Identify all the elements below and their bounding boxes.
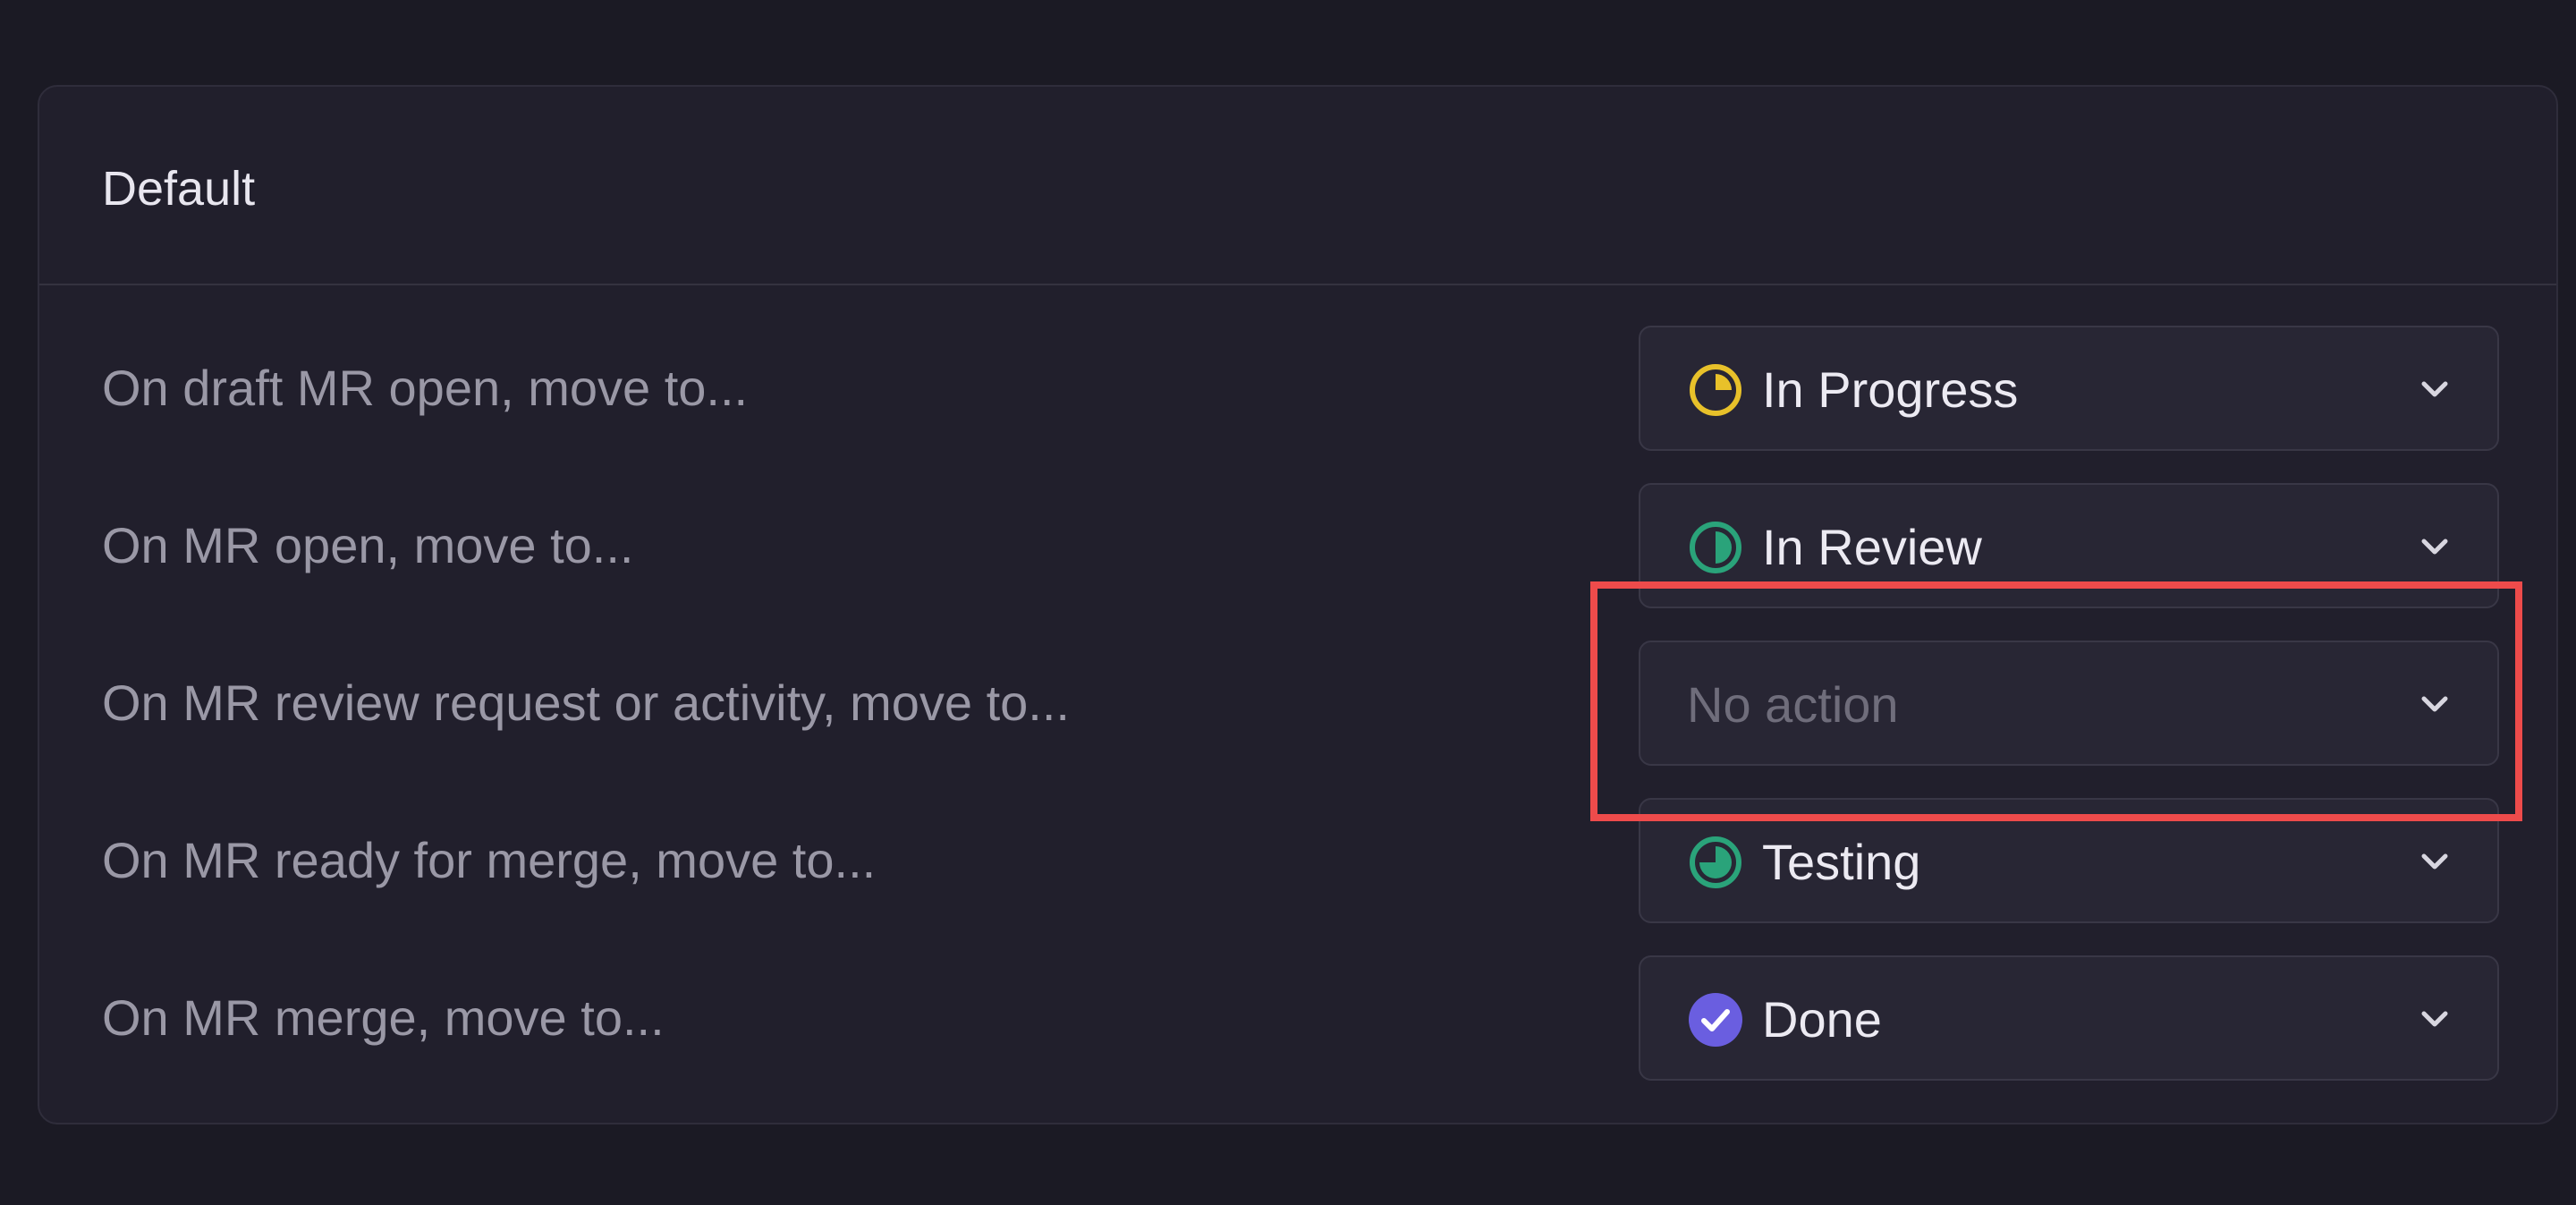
rule-row-mr-review-request: On MR review request or activity, move t… [39, 641, 2556, 766]
rule-row-mr-ready-for-merge: On MR ready for merge, move to... Testin… [39, 798, 2556, 923]
select-value: In Progress [1762, 361, 2019, 418]
in-review-icon [1690, 522, 1741, 573]
rule-label: On MR ready for merge, move to... [102, 832, 877, 888]
status-select-mr-ready-for-merge[interactable]: Testing [1639, 798, 2499, 923]
rule-label: On MR review request or activity, move t… [102, 675, 1070, 731]
rule-row-mr-merge: On MR merge, move to... Done [39, 955, 2556, 1081]
chevron-down-icon [2421, 381, 2448, 397]
status-select-mr-open[interactable]: In Review [1639, 483, 2499, 608]
chevron-down-icon [2421, 696, 2448, 712]
rule-label: On MR open, move to... [102, 517, 634, 573]
card-title: Default [102, 162, 256, 216]
rule-row-mr-open: On MR open, move to... In Review [39, 483, 2556, 608]
chevron-down-icon [2421, 1011, 2448, 1027]
select-value: No action [1687, 676, 1899, 733]
done-icon [1689, 993, 1742, 1047]
select-value: Testing [1762, 834, 1921, 890]
rule-row-draft-mr-open: On draft MR open, move to... In Progress [39, 326, 2556, 451]
status-select-mr-merge[interactable]: Done [1639, 955, 2499, 1081]
rule-label: On MR merge, move to... [102, 989, 665, 1046]
in-progress-icon [1690, 364, 1741, 416]
chevron-down-icon [2421, 539, 2448, 555]
card-header: Default [39, 87, 2556, 285]
status-select-draft-mr-open[interactable]: In Progress [1639, 326, 2499, 451]
status-select-mr-review-request[interactable]: No action [1639, 641, 2499, 766]
chevron-down-icon [2421, 853, 2448, 870]
select-value: In Review [1762, 519, 1982, 575]
rule-label: On draft MR open, move to... [102, 360, 749, 416]
default-settings-card: Default On draft MR open, move to... In … [38, 85, 2558, 1124]
testing-icon [1690, 836, 1741, 888]
select-value: Done [1762, 991, 1882, 1048]
